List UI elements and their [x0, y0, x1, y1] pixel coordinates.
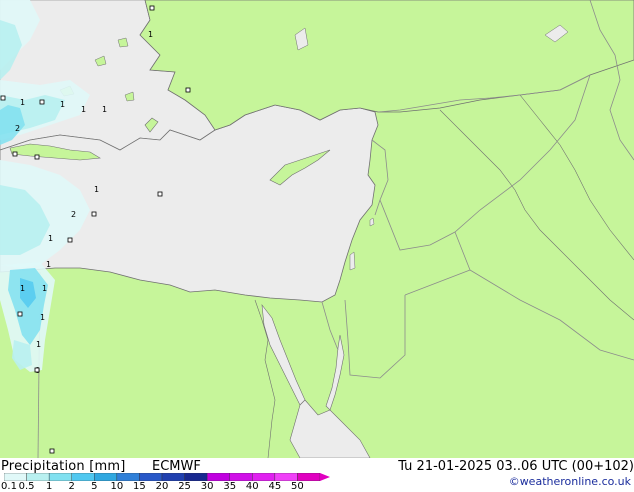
precipitation-map: 1 1 1 1 2 1 1 1 2 1 1 1 1 1 0	[0, 0, 634, 459]
colorbar-tick-label: 0.5	[18, 481, 35, 492]
colorbar-tick-label: 10	[110, 481, 124, 492]
colorbar-segment	[161, 473, 185, 481]
precip-value: 1	[46, 260, 51, 269]
valid-time: Tu 21-01-2025 03..06 UTC (00+102)	[398, 459, 634, 474]
colorbar-segment	[297, 473, 321, 481]
precip-value: 1	[40, 313, 45, 322]
colorbar	[4, 473, 330, 481]
credit-link[interactable]: ©weatheronline.co.uk	[509, 475, 631, 488]
station-marker	[34, 154, 40, 160]
colorbar-tick-label: 1	[45, 481, 53, 492]
precip-value: 2	[15, 124, 20, 133]
colorbar-segment	[71, 473, 95, 481]
station-marker	[39, 99, 45, 105]
colorbar-segment	[252, 473, 276, 481]
station-marker	[185, 87, 191, 93]
colorbar-tick-label: 20	[155, 481, 169, 492]
precip-value: 1	[20, 284, 25, 293]
colorbar-segment	[4, 473, 27, 481]
precip-value: 1	[81, 105, 86, 114]
precip-value: 1	[42, 284, 47, 293]
colorbar-arrow	[320, 473, 330, 481]
colorbar-segment	[94, 473, 118, 481]
precip-value: 1	[48, 234, 53, 243]
precip-value: 2	[71, 210, 76, 219]
station-marker	[0, 95, 6, 101]
station-marker	[17, 311, 23, 317]
precip-value: 1	[20, 98, 25, 107]
colorbar-segment	[139, 473, 163, 481]
legend-title: Precipitation [mm]	[1, 459, 126, 474]
dead-sea	[349, 251, 356, 271]
precip-value: 1	[148, 30, 153, 39]
station-marker	[67, 237, 73, 243]
precip-value: 1	[102, 105, 107, 114]
colorbar-segment	[184, 473, 208, 481]
station-marker	[49, 448, 55, 454]
station-marker	[91, 211, 97, 217]
colorbar-tick-label: 40	[245, 481, 259, 492]
precip-value: 1	[94, 185, 99, 194]
colorbar-tick-label: 0.1	[1, 481, 17, 492]
colorbar-tick-label: 30	[200, 481, 214, 492]
precip-value: 1	[36, 340, 41, 349]
station-marker	[149, 5, 155, 11]
colorbar-segment	[274, 473, 298, 481]
colorbar-tick-label: 2	[68, 481, 75, 492]
colorbar-tick-label: 45	[268, 481, 282, 492]
legend-footer: Precipitation [mm] ECMWF Tu 21-01-2025 0…	[0, 458, 634, 492]
station-marker	[12, 151, 18, 157]
model-name: ECMWF	[152, 459, 201, 474]
colorbar-tick-label: 50	[291, 481, 304, 492]
colorbar-tick-label: 15	[133, 481, 146, 492]
precip-value: 1	[60, 100, 65, 109]
colorbar-segment	[229, 473, 253, 481]
colorbar-segment	[48, 473, 72, 481]
station-marker	[157, 191, 163, 197]
colorbar-tick-label: 5	[91, 481, 98, 492]
colorbar-segment	[26, 473, 50, 481]
colorbar-segment	[206, 473, 230, 481]
station-marker	[34, 367, 40, 373]
colorbar-tick-label: 25	[178, 481, 191, 492]
colorbar-tick-label: 35	[223, 481, 237, 492]
colorbar-segment	[116, 473, 140, 481]
